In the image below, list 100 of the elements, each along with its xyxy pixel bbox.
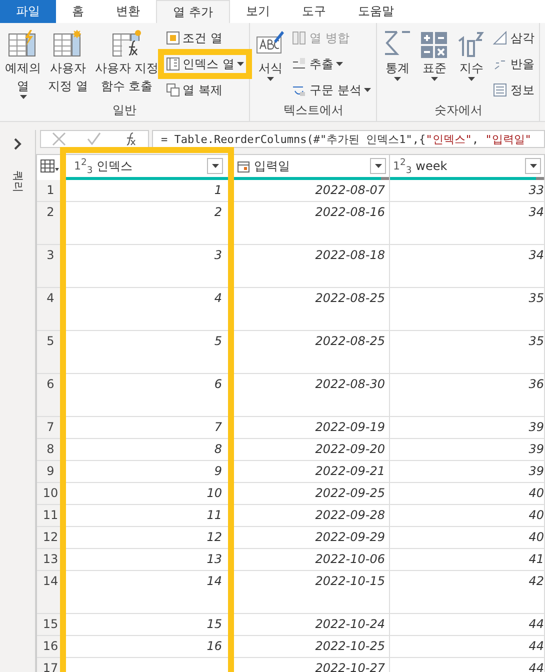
table-cell: 36 [390, 374, 545, 417]
group-label: 텍스트에서 [283, 102, 344, 119]
table-cell: 3 [64, 245, 234, 288]
table-cell: 2022-08-30 [234, 374, 390, 417]
formula-field[interactable]: = Table.ReorderColumns(#"추가된 인덱스1",{"인덱스", "입력일" [152, 130, 545, 148]
table-cell: 14 [64, 571, 234, 614]
table-cell: 34 [390, 245, 545, 288]
table-cell: 2022-09-21 [234, 461, 390, 483]
table-cell: 2022-08-18 [234, 245, 390, 288]
table-cell: 39 [390, 417, 545, 439]
info-icon [493, 83, 508, 97]
ribbon-button[interactable]: 서식 [253, 27, 288, 83]
table-cell: 1 [64, 180, 234, 202]
caret-icon [364, 88, 372, 92]
operators-icon [419, 29, 450, 59]
table-cell: 8 [64, 439, 234, 461]
table-cell: 35 [390, 288, 545, 331]
caret-icon [468, 77, 475, 81]
table-cell: 44 [390, 658, 545, 672]
table-lightning-icon [8, 29, 38, 59]
table-cell: 40 [390, 527, 545, 549]
column-header: 인덱스 [96, 158, 134, 174]
table-cell: 2022-10-15 [234, 571, 390, 614]
table-cell: 39 [390, 439, 545, 461]
table-cell: 2022-10-24 [234, 614, 390, 636]
table-cell: 4 [64, 288, 234, 331]
table-function-icon [112, 29, 142, 59]
calendar-icon [237, 160, 250, 172]
table-cell: 5 [64, 331, 234, 374]
table-cell: 7 [64, 417, 234, 439]
table-cell: 16 [64, 636, 234, 658]
table-cell: 2022-09-20 [234, 439, 390, 461]
dropdown-button[interactable] [207, 158, 223, 174]
duplicate-icon [166, 83, 180, 97]
ribbon-button[interactable]: 구문 분석 [290, 81, 374, 99]
table-cell: 2022-09-19 [234, 417, 390, 439]
table-cell: 2022-09-28 [234, 505, 390, 527]
caret-icon [20, 95, 26, 99]
merge-columns-icon [292, 31, 306, 45]
table-cell: 12 [64, 527, 234, 549]
table-cell: 2022-09-25 [234, 483, 390, 505]
chevron-icon [14, 138, 22, 150]
table-cell: 10 [64, 483, 234, 505]
table-cell: 15 [64, 614, 234, 636]
table-cell: 9 [64, 461, 234, 483]
table-cell: 6 [64, 374, 234, 417]
group-label: 숫자에서 [434, 102, 482, 119]
ribbon-button[interactable]: 통계 [380, 27, 414, 83]
ribbon-button[interactable]: 사용자 지정 열 [46, 27, 90, 97]
ribbon-button[interactable]: 지수 [454, 27, 488, 83]
triangle-icon [493, 31, 508, 45]
caret-icon [237, 62, 244, 66]
table-cell: 42 [390, 571, 545, 614]
caret-icon [266, 77, 274, 81]
table-cell: 34 [390, 202, 545, 245]
table-cell: 13 [64, 549, 234, 571]
index-column-icon [166, 57, 180, 71]
extract-icon [292, 57, 306, 71]
table-cell: 2 [64, 202, 234, 245]
table-cell: 2022-09-29 [234, 527, 390, 549]
column-header: 입력일 [254, 158, 291, 174]
table-cell: 33 [390, 180, 545, 202]
ribbon-button[interactable]: 인덱스 열 [164, 55, 246, 73]
ribbon-button[interactable]: 반올 [491, 55, 536, 73]
table-cell: 2022-08-25 [234, 331, 390, 374]
table-cell: 2022-08-16 [234, 202, 390, 245]
table-cell: 44 [390, 614, 545, 636]
power-icon [456, 29, 486, 59]
caret-icon [212, 164, 218, 168]
table-cell: 35 [390, 331, 545, 374]
table-cell: 2022-08-25 [234, 288, 390, 331]
ribbon-button[interactable]: 사용자 지정 함수 호출 [92, 27, 161, 97]
ribbon-button[interactable]: 정보 [491, 81, 536, 99]
table-cell: 2022-08-07 [234, 180, 390, 202]
table-sun-icon [52, 29, 83, 59]
table-cell: 11 [64, 505, 234, 527]
check-icon [87, 132, 102, 146]
ribbon-button[interactable]: 예제의 열 [3, 27, 43, 101]
dropdown-button[interactable] [525, 158, 541, 174]
ribbon-button[interactable]: 삼각 [491, 29, 536, 47]
close-icon [52, 132, 66, 146]
ribbon-button[interactable]: 열 복제 [164, 81, 246, 99]
table-cell: 2022-10-27 [234, 658, 390, 672]
ribbon-button[interactable]: 표준 [417, 27, 452, 83]
caret-icon [430, 77, 438, 81]
table-cell: 40 [390, 483, 545, 505]
caret-icon [530, 164, 536, 168]
ribbon-button[interactable]: 추출 [290, 55, 374, 73]
table-cell: 44 [390, 636, 545, 658]
caret-icon [374, 164, 382, 168]
dropdown-button[interactable] [370, 158, 386, 174]
caret-icon [336, 62, 344, 66]
table-cell: 40 [390, 505, 545, 527]
table-icon [40, 159, 60, 173]
file-tab[interactable]: 파일 [0, 0, 56, 23]
ribbon-button[interactable]: 조건 열 [164, 29, 246, 47]
group-label: 일반 [112, 102, 137, 119]
table-cell: 2022-10-06 [234, 549, 390, 571]
conditional-icon [166, 31, 180, 45]
ribbon-tab[interactable]: 열 추가 [156, 0, 230, 23]
